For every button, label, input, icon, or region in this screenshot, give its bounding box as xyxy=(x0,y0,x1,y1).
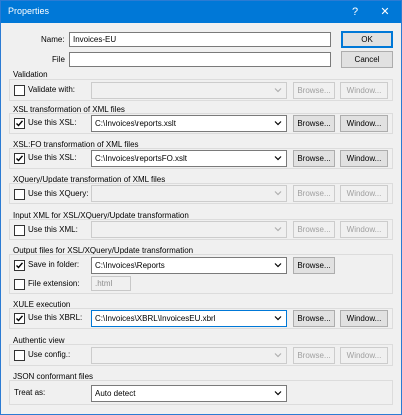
file-extension-checkbox[interactable] xyxy=(14,279,25,290)
validation-window-button[interactable]: Window... xyxy=(340,82,388,99)
authentic-checkbox-label: Use config.: xyxy=(28,350,71,359)
validation-select[interactable] xyxy=(91,82,287,99)
validation-group: Validate with: Browse... Window... xyxy=(9,79,393,101)
xsl-select-value: C:\Invoices\reports.xslt xyxy=(95,119,176,128)
xquery-checkbox-label: Use this XQuery: xyxy=(28,189,89,198)
chevron-down-icon xyxy=(274,88,282,93)
ok-button[interactable]: OK xyxy=(341,31,393,48)
input-xml-checkbox-label: Use this XML: xyxy=(28,225,78,234)
xslfo-group: Use this XSL: C:\Invoices\reportsFO.xslt… xyxy=(9,148,393,169)
name-field[interactable]: Invoices-EU xyxy=(69,32,331,47)
authentic-browse-button[interactable]: Browse... xyxy=(293,347,335,364)
window-title: Properties xyxy=(8,6,50,16)
save-folder-value: C:\Invoices\Reports xyxy=(95,261,165,270)
file-extension-field[interactable]: .html xyxy=(91,276,131,291)
checkmark-icon xyxy=(16,315,24,322)
xsl-checkbox-label: Use this XSL: xyxy=(28,118,77,127)
file-label: File xyxy=(52,55,65,64)
save-folder-label: Save in folder: xyxy=(28,260,80,269)
checkmark-icon xyxy=(16,120,24,127)
close-icon[interactable]: ✕ xyxy=(376,4,394,20)
json-group: Treat as: Auto detect xyxy=(9,380,393,405)
name-label: Name: xyxy=(41,35,65,44)
input-xml-window-button[interactable]: Window... xyxy=(340,221,388,238)
checkmark-icon xyxy=(16,262,24,269)
xquery-checkbox[interactable] xyxy=(14,189,25,200)
xslfo-select-value: C:\Invoices\reportsFO.xslt xyxy=(95,154,188,163)
cancel-button[interactable]: Cancel xyxy=(341,51,393,68)
input-xml-browse-button[interactable]: Browse... xyxy=(293,221,335,238)
title-bar: Properties ? ✕ xyxy=(1,1,401,23)
treat-as-label: Treat as: xyxy=(14,388,46,397)
xsl-browse-button[interactable]: Browse... xyxy=(293,115,335,132)
xslfo-checkbox[interactable] xyxy=(14,153,25,164)
xsl-select[interactable]: C:\Invoices\reports.xslt xyxy=(91,115,287,132)
input-xml-checkbox[interactable] xyxy=(14,225,25,236)
xule-checkbox[interactable] xyxy=(14,313,25,324)
chevron-down-icon xyxy=(274,263,282,268)
treat-as-select[interactable]: Auto detect xyxy=(91,385,287,402)
save-folder-select[interactable]: C:\Invoices\Reports xyxy=(91,257,287,274)
xslfo-select[interactable]: C:\Invoices\reportsFO.xslt xyxy=(91,150,287,167)
xslfo-window-button[interactable]: Window... xyxy=(340,150,388,167)
xquery-group: Use this XQuery: Browse... Window... xyxy=(9,183,393,204)
xslfo-browse-button[interactable]: Browse... xyxy=(293,150,335,167)
authentic-group: Use config.: Browse... Window... xyxy=(9,344,393,366)
treat-as-value: Auto detect xyxy=(95,389,136,398)
xsl-group: Use this XSL: C:\Invoices\reports.xslt B… xyxy=(9,113,393,134)
xule-select[interactable]: C:\Invoices\XBRL\InvoicesEU.xbrl xyxy=(91,310,287,327)
xsl-window-button[interactable]: Window... xyxy=(340,115,388,132)
input-xml-select[interactable] xyxy=(91,221,287,238)
xquery-select[interactable] xyxy=(91,185,287,202)
chevron-down-icon xyxy=(274,191,282,196)
xquery-browse-button[interactable]: Browse... xyxy=(293,185,335,202)
xslfo-checkbox-label: Use this XSL: xyxy=(28,153,77,162)
validation-browse-button[interactable]: Browse... xyxy=(293,82,335,99)
file-extension-label: File extension: xyxy=(28,279,80,288)
authentic-window-button[interactable]: Window... xyxy=(340,347,388,364)
help-icon[interactable]: ? xyxy=(346,4,364,20)
chevron-down-icon xyxy=(274,121,282,126)
output-group: Save in folder: C:\Invoices\Reports Brow… xyxy=(9,254,393,294)
input-xml-group: Use this XML: Browse... Window... xyxy=(9,219,393,240)
xsl-checkbox[interactable] xyxy=(14,118,25,129)
xule-checkbox-label: Use this XBRL: xyxy=(28,313,83,322)
validation-checkbox-label: Validate with: xyxy=(28,85,75,94)
chevron-down-icon xyxy=(274,227,282,232)
file-field[interactable] xyxy=(69,52,331,67)
chevron-down-icon xyxy=(274,353,282,358)
xule-window-button[interactable]: Window... xyxy=(340,310,388,327)
xule-browse-button[interactable]: Browse... xyxy=(293,310,335,327)
xule-group: Use this XBRL: C:\Invoices\XBRL\Invoices… xyxy=(9,308,393,329)
save-folder-checkbox[interactable] xyxy=(14,260,25,271)
validation-checkbox[interactable] xyxy=(14,85,25,96)
save-folder-browse-button[interactable]: Browse... xyxy=(293,257,335,274)
properties-dialog: Properties ? ✕ Name: Invoices-EU OK File… xyxy=(0,0,402,415)
checkmark-icon xyxy=(16,155,24,162)
chevron-down-icon xyxy=(274,316,282,321)
xule-select-value: C:\Invoices\XBRL\InvoicesEU.xbrl xyxy=(95,314,216,323)
authentic-select[interactable] xyxy=(91,347,287,364)
authentic-checkbox[interactable] xyxy=(14,350,25,361)
xquery-window-button[interactable]: Window... xyxy=(340,185,388,202)
chevron-down-icon xyxy=(274,156,282,161)
chevron-down-icon xyxy=(274,391,282,396)
